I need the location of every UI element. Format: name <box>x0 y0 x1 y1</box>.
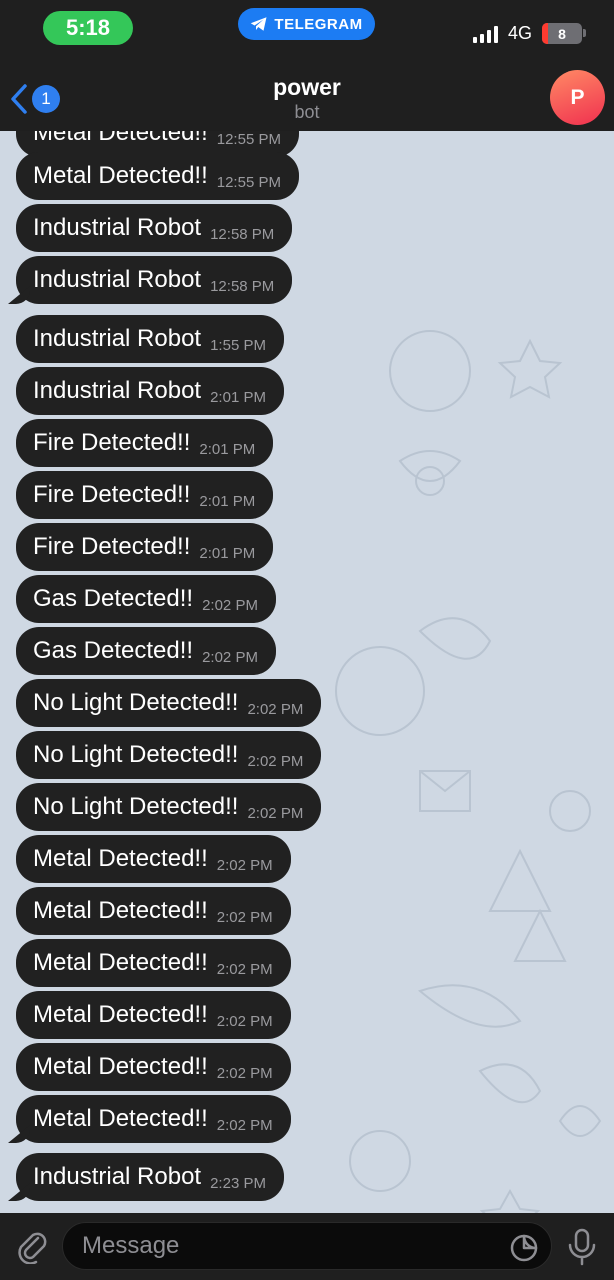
message-time: 12:55 PM <box>216 173 281 191</box>
message-time: 2:02 PM <box>247 700 304 718</box>
message-bubble[interactable]: Metal Detected!! 12:55 PM <box>16 152 299 200</box>
message-time: 2:02 PM <box>216 1012 273 1030</box>
chat-header: 1 power bot P <box>0 58 614 131</box>
message-list[interactable]: Metal Detected!! 12:55 PM Metal Detected… <box>0 131 614 1213</box>
message-bubble[interactable]: Fire Detected!! 2:01 PM <box>16 523 274 571</box>
message-bubble[interactable]: Metal Detected!! 2:02 PM <box>16 835 291 883</box>
message-bubble[interactable]: Metal Detected!! 2:02 PM <box>16 887 291 935</box>
battery-nub <box>583 29 586 37</box>
message-time: 12:58 PM <box>210 277 275 295</box>
message-time: 2:02 PM <box>247 804 304 822</box>
message-text: Metal Detected!! <box>33 1001 208 1028</box>
message-text: No Light Detected!! <box>33 741 239 768</box>
message-bubble[interactable]: No Light Detected!! 2:02 PM <box>16 783 322 831</box>
message-bubble[interactable]: Metal Detected!! 2:02 PM <box>16 1095 291 1143</box>
message-text: Metal Detected!! <box>33 162 208 189</box>
message-text: Metal Detected!! <box>33 949 208 976</box>
message-text: Industrial Robot <box>33 377 202 404</box>
microphone-icon <box>568 1228 596 1266</box>
message-text: Industrial Robot <box>33 1163 202 1190</box>
message-time: 2:01 PM <box>210 388 266 406</box>
message-bubble[interactable]: Industrial Robot 12:58 PM <box>16 204 293 252</box>
return-to-app-pill[interactable]: TELEGRAM <box>238 8 375 40</box>
message-text: Fire Detected!! <box>33 533 191 560</box>
message-time: 2:02 PM <box>202 596 258 614</box>
message-bubble[interactable]: Industrial Robot 2:23 PM <box>16 1153 284 1201</box>
message-time: 2:23 PM <box>210 1174 266 1192</box>
message-bubble[interactable]: No Light Detected!! 2:02 PM <box>16 679 322 727</box>
input-bar <box>0 1213 614 1280</box>
message-text: No Light Detected!! <box>33 793 239 820</box>
message-text: Fire Detected!! <box>33 481 191 508</box>
message-time: 2:02 PM <box>216 908 273 926</box>
sticker-icon <box>510 1234 538 1262</box>
paperclip-icon <box>18 1232 47 1265</box>
message-time: 2:02 PM <box>216 1116 273 1134</box>
message-time: 2:02 PM <box>216 960 273 978</box>
battery-icon: 8 <box>542 23 582 44</box>
message-field[interactable] <box>62 1222 552 1270</box>
message-bubble[interactable]: No Light Detected!! 2:02 PM <box>16 731 322 779</box>
message-bubble[interactable]: Gas Detected!! 2:02 PM <box>16 575 276 623</box>
battery-level: 8 <box>558 25 566 42</box>
network-type: 4G <box>508 23 533 43</box>
message-bubble[interactable]: Industrial Robot 1:55 PM <box>16 315 284 363</box>
message-text: Industrial Robot <box>33 214 202 241</box>
signal-icon <box>473 25 501 43</box>
message-text: Fire Detected!! <box>33 429 191 456</box>
message-time: 2:01 PM <box>199 440 256 458</box>
voice-record-button[interactable] <box>566 1227 598 1267</box>
message-time: 12:55 PM <box>216 131 281 148</box>
message-bubble[interactable]: Fire Detected!! 2:01 PM <box>16 419 274 467</box>
message-time: 2:02 PM <box>216 856 273 874</box>
message-time: 2:02 PM <box>202 648 258 666</box>
message-time: 2:01 PM <box>199 544 256 562</box>
message-text: Industrial Robot <box>33 266 202 293</box>
message-time: 12:58 PM <box>210 225 275 243</box>
message-text: Metal Detected!! <box>33 845 208 872</box>
message-text: Gas Detected!! <box>33 585 194 612</box>
attach-button[interactable] <box>14 1228 50 1265</box>
message-text: Metal Detected!! <box>33 897 208 924</box>
message-bubble[interactable]: Metal Detected!! 2:02 PM <box>16 1043 291 1091</box>
status-bar: 5:18 TELEGRAM 4G 8 <box>0 0 614 58</box>
sticker-button[interactable] <box>509 1233 539 1263</box>
avatar[interactable]: P <box>550 70 605 125</box>
message-input[interactable] <box>63 1223 493 1269</box>
message-text: Gas Detected!! <box>33 637 194 664</box>
chat-subtitle: bot <box>294 102 320 122</box>
message-text: Industrial Robot <box>33 325 202 352</box>
message-time: 1:55 PM <box>210 336 266 354</box>
message-text: Metal Detected!! <box>33 1105 208 1132</box>
chat-title[interactable]: power <box>0 74 614 101</box>
message-text: No Light Detected!! <box>33 689 239 716</box>
message-bubble[interactable]: Industrial Robot 2:01 PM <box>16 367 284 415</box>
message-time: 2:02 PM <box>247 752 304 770</box>
message-bubble[interactable]: Gas Detected!! 2:02 PM <box>16 627 276 675</box>
status-time[interactable]: 5:18 <box>43 11 133 45</box>
telegram-icon <box>251 17 267 31</box>
message-text: Metal Detected!! <box>33 1053 208 1080</box>
message-bubble[interactable]: Metal Detected!! 2:02 PM <box>16 939 291 987</box>
app-pill-label: TELEGRAM <box>274 15 363 33</box>
message-time: 2:01 PM <box>199 492 256 510</box>
message-bubble[interactable]: Fire Detected!! 2:01 PM <box>16 471 274 519</box>
message-bubble[interactable]: Industrial Robot 12:58 PM <box>16 256 293 304</box>
message-bubble[interactable]: Metal Detected!! 2:02 PM <box>16 991 291 1039</box>
message-time: 2:02 PM <box>216 1064 273 1082</box>
